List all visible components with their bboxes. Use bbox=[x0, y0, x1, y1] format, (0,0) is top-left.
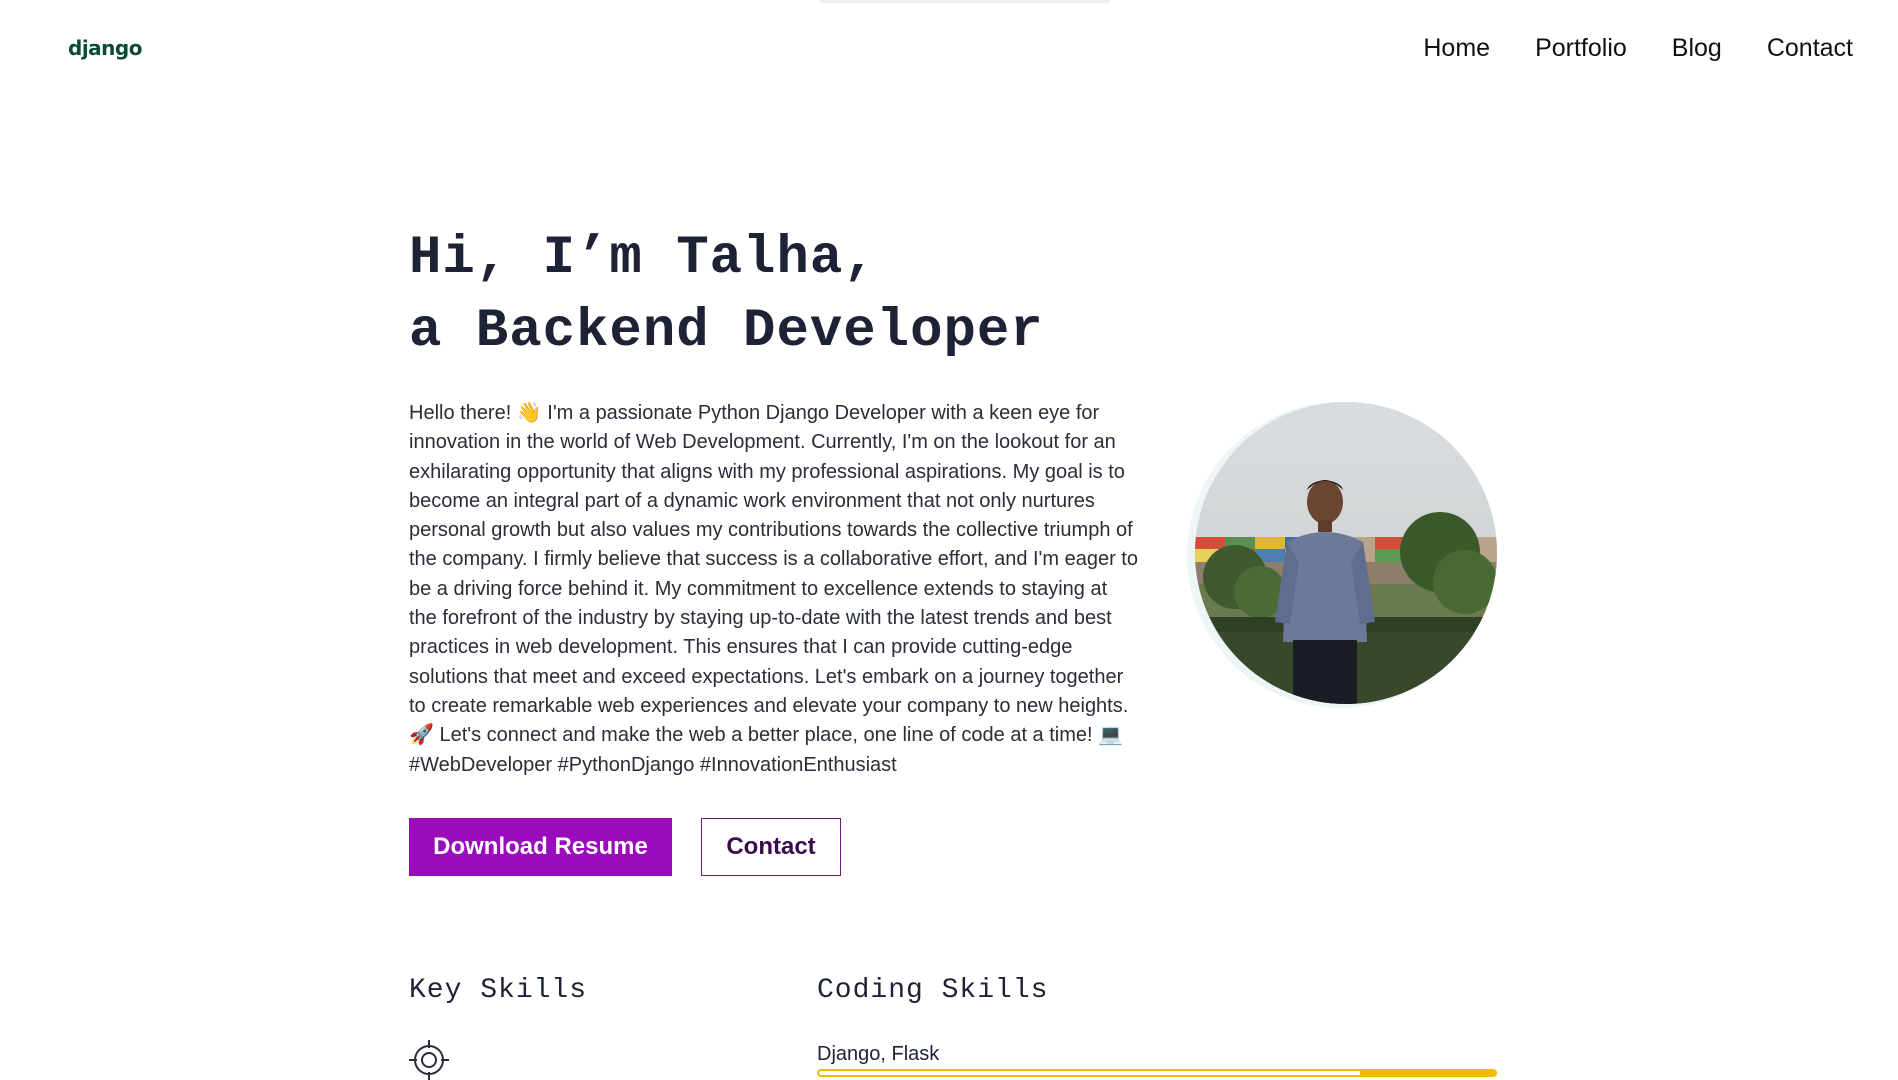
main-nav: Home Portfolio Blog Contact bbox=[1423, 34, 1853, 63]
nav-contact[interactable]: Contact bbox=[1767, 34, 1853, 63]
key-skills-title: Key Skills bbox=[409, 975, 588, 1006]
top-scroll-indicator bbox=[820, 0, 1110, 3]
hero-title: Hi, I’m Talha, a Backend Developer bbox=[409, 222, 1044, 368]
coding-skills-title: Coding Skills bbox=[817, 975, 1049, 1006]
hero-title-line2: a Backend Developer bbox=[409, 301, 1044, 362]
django-logo[interactable]: django bbox=[68, 36, 142, 60]
nav-portfolio[interactable]: Portfolio bbox=[1535, 34, 1627, 63]
nav-blog[interactable]: Blog bbox=[1672, 34, 1722, 63]
download-resume-button[interactable]: Download Resume bbox=[409, 818, 672, 876]
skill-progress-bar bbox=[817, 1069, 1497, 1077]
profile-photo bbox=[1195, 402, 1497, 704]
profile-photo-illustration bbox=[1195, 402, 1497, 704]
contact-button[interactable]: Contact bbox=[701, 818, 841, 876]
skill-progress-fill bbox=[1359, 1071, 1495, 1075]
target-icon bbox=[409, 1040, 449, 1080]
hero-bio: Hello there! 👋 I'm a passionate Python D… bbox=[409, 402, 1138, 776]
hero-title-line1: Hi, I’m Talha, bbox=[409, 228, 877, 289]
skill-label-django-flask: Django, Flask bbox=[817, 1043, 940, 1065]
nav-home[interactable]: Home bbox=[1423, 34, 1490, 63]
